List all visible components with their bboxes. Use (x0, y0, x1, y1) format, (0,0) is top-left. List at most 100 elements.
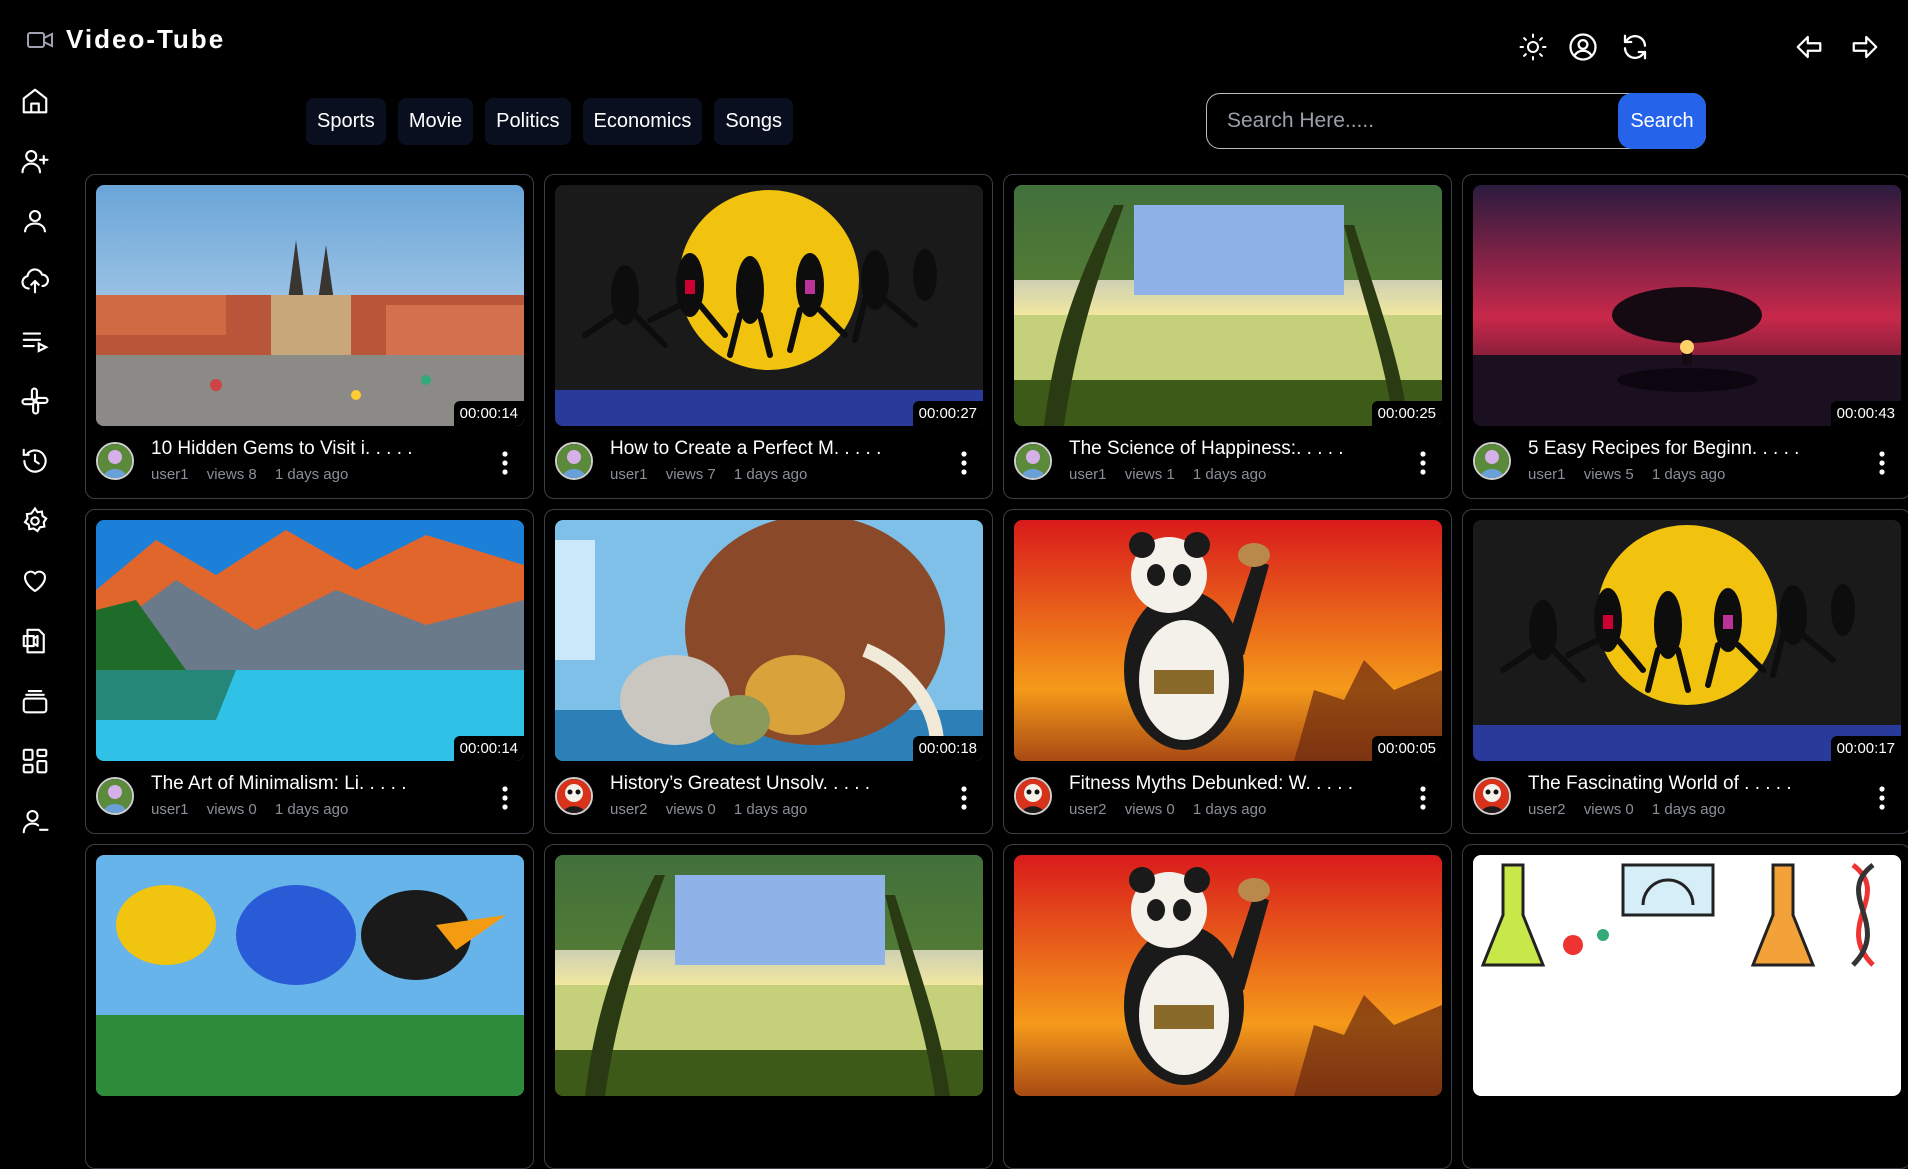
video-duration: 00:00:17 (1830, 736, 1901, 761)
avatar[interactable] (555, 442, 593, 480)
more-vertical-icon (1420, 786, 1426, 810)
video-card[interactable]: 00:00:14 10 Hidden Gems to Visit i. . . … (85, 174, 534, 499)
video-duration: 00:00:18 (912, 736, 983, 761)
video-info: user1 views 7 1 days ago (610, 466, 821, 483)
avatar[interactable] (96, 442, 134, 480)
sidebar-item-upload[interactable] (14, 260, 56, 302)
sidebar-item-history[interactable] (14, 440, 56, 482)
user-icon (20, 206, 50, 236)
video-card[interactable]: 00:00:17 The Fascinating World of . . . … (1462, 509, 1908, 834)
logout-user-icon (20, 806, 50, 836)
refresh-button[interactable] (1616, 28, 1654, 66)
video-owner: user1 (1069, 466, 1107, 483)
video-title[interactable]: The Science of Happiness:. . . . . (1069, 438, 1344, 460)
video-card[interactable]: 00:00:25 The Science of Happiness:. . . … (1003, 174, 1452, 499)
search-button[interactable]: Search (1618, 93, 1706, 149)
video-card[interactable] (85, 844, 534, 1169)
video-info: user2 views 0 1 days ago (1528, 801, 1739, 818)
video-title[interactable]: How to Create a Perfect M. . . . . (610, 438, 881, 460)
more-vertical-icon (1879, 451, 1885, 475)
more-options-button[interactable] (1872, 783, 1892, 813)
video-thumbnail[interactable] (1473, 855, 1901, 1096)
video-title[interactable]: Fitness Myths Debunked: W. . . . . (1069, 773, 1353, 795)
video-thumbnail[interactable]: 00:00:43 (1473, 185, 1901, 426)
avatar[interactable] (1473, 442, 1511, 480)
forward-button[interactable] (1846, 28, 1884, 66)
video-thumbnail[interactable] (96, 855, 524, 1096)
video-views: views 0 (206, 801, 257, 818)
video-title[interactable]: 5 Easy Recipes for Beginn. . . . . (1528, 438, 1799, 460)
video-title[interactable]: History’s Greatest Unsolv. . . . . (610, 773, 870, 795)
video-card[interactable] (1003, 844, 1452, 1169)
header-actions (1508, 28, 1908, 68)
video-info: user2 views 0 1 days ago (1069, 801, 1280, 818)
video-thumbnail[interactable]: 00:00:14 (96, 185, 524, 426)
sidebar-item-home[interactable] (14, 80, 56, 122)
sidebar-item-profile[interactable] (14, 200, 56, 242)
more-options-button[interactable] (495, 448, 515, 478)
video-card[interactable] (544, 844, 993, 1169)
video-owner: user1 (610, 466, 648, 483)
sidebar-item-liked[interactable] (14, 560, 56, 602)
video-title[interactable]: The Art of Minimalism: Li. . . . . (151, 773, 407, 795)
video-owner: user1 (1528, 466, 1566, 483)
video-thumbnail[interactable]: 00:00:17 (1473, 520, 1901, 761)
sidebar-item-signup[interactable] (14, 140, 56, 182)
sidebar-item-my-videos[interactable] (14, 620, 56, 662)
video-card[interactable]: 00:00:18 History’s Greatest Unsolv. . . … (544, 509, 993, 834)
video-info: user1 views 5 1 days ago (1528, 466, 1739, 483)
video-title[interactable]: The Fascinating World of . . . . . (1528, 773, 1792, 795)
video-card[interactable]: 00:00:27 How to Create a Perfect M. . . … (544, 174, 993, 499)
more-options-button[interactable] (495, 783, 515, 813)
video-views: views 0 (1583, 801, 1634, 818)
video-thumbnail[interactable]: 00:00:27 (555, 185, 983, 426)
video-card[interactable] (1462, 844, 1908, 1169)
more-options-button[interactable] (954, 448, 974, 478)
more-options-button[interactable] (1413, 448, 1433, 478)
video-thumbnail[interactable]: 00:00:05 (1014, 520, 1442, 761)
video-duration: 00:00:14 (453, 736, 524, 761)
sidebar-item-dashboard[interactable] (14, 740, 56, 782)
avatar[interactable] (1473, 777, 1511, 815)
more-options-button[interactable] (1413, 783, 1433, 813)
video-thumbnail[interactable] (555, 855, 983, 1096)
brand[interactable]: Video-Tube (26, 24, 225, 55)
video-card[interactable]: 00:00:43 5 Easy Recipes for Beginn. . . … (1462, 174, 1908, 499)
video-meta: 10 Hidden Gems to Visit i. . . . . user1… (96, 438, 523, 500)
profile-button[interactable] (1564, 28, 1602, 66)
slack-icon (20, 386, 50, 416)
category-economics[interactable]: Economics (582, 98, 703, 145)
video-title[interactable]: 10 Hidden Gems to Visit i. . . . . (151, 438, 413, 460)
back-arrow-icon (1794, 32, 1824, 62)
sidebar-item-community[interactable] (14, 380, 56, 422)
category-movie[interactable]: Movie (397, 98, 474, 145)
video-meta: The Art of Minimalism: Li. . . . . user1… (96, 773, 523, 835)
more-options-button[interactable] (954, 783, 974, 813)
video-thumbnail[interactable]: 00:00:25 (1014, 185, 1442, 426)
my-videos-icon (20, 626, 50, 656)
category-sports[interactable]: Sports (306, 98, 386, 145)
back-button[interactable] (1790, 28, 1828, 66)
sidebar-item-logout[interactable] (14, 800, 56, 842)
video-meta: History’s Greatest Unsolv. . . . . user2… (555, 773, 982, 835)
category-politics[interactable]: Politics (485, 98, 571, 145)
sidebar-item-settings[interactable] (14, 500, 56, 542)
theme-toggle-button[interactable] (1514, 28, 1552, 66)
video-thumbnail[interactable] (1014, 855, 1442, 1096)
avatar[interactable] (1014, 777, 1052, 815)
video-thumbnail[interactable]: 00:00:18 (555, 520, 983, 761)
sidebar-item-collections[interactable] (14, 680, 56, 722)
avatar[interactable] (1014, 442, 1052, 480)
more-options-button[interactable] (1872, 448, 1892, 478)
category-songs[interactable]: Songs (714, 98, 794, 145)
video-card[interactable]: 00:00:14 The Art of Minimalism: Li. . . … (85, 509, 534, 834)
video-duration: 00:00:27 (912, 401, 983, 426)
video-meta: Fitness Myths Debunked: W. . . . . user2… (1014, 773, 1441, 835)
video-thumbnail[interactable]: 00:00:14 (96, 520, 524, 761)
video-card[interactable]: 00:00:05 Fitness Myths Debunked: W. . . … (1003, 509, 1452, 834)
video-duration: 00:00:14 (453, 401, 524, 426)
avatar[interactable] (555, 777, 593, 815)
video-age: 1 days ago (1192, 466, 1267, 483)
avatar[interactable] (96, 777, 134, 815)
sidebar-item-playlist[interactable] (14, 320, 56, 362)
